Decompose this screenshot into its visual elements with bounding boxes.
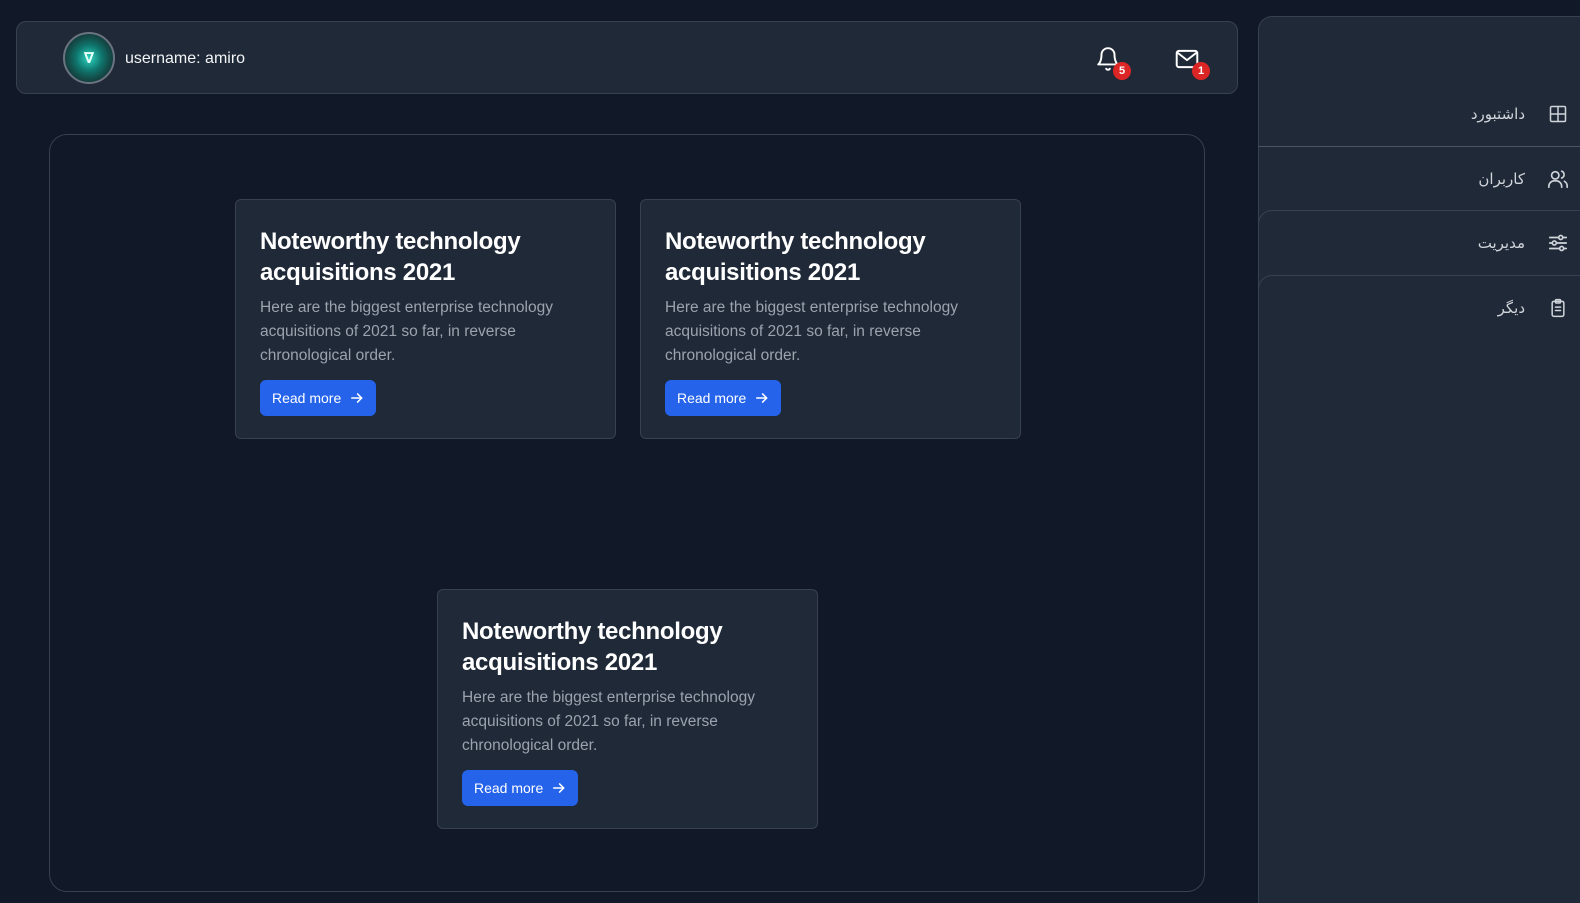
sliders-icon: [1547, 232, 1569, 254]
messages-button[interactable]: 1: [1170, 42, 1210, 80]
username-label: username: amiro: [125, 50, 246, 67]
read-more-label: Read more: [677, 390, 747, 406]
app-root: ∇ username: amiro 5 1 داشتبورد کاربران م…: [0, 0, 1580, 903]
sidebar-item-label: مدیریت: [1477, 235, 1525, 252]
top-header: ∇ username: amiro 5 1: [16, 21, 1238, 94]
read-more-button[interactable]: Read more: [665, 380, 782, 416]
card-description: Here are the biggest enterprise technolo…: [462, 689, 755, 754]
arrow-right-icon: [350, 391, 364, 405]
sidebar-item-dashboard[interactable]: داشتبورد: [1258, 81, 1580, 146]
notifications-button[interactable]: 5: [1091, 42, 1131, 80]
card-description: Here are the biggest enterprise technolo…: [260, 299, 553, 364]
card-title: Noteworthy technology acquisitions 2021: [260, 228, 521, 286]
sidebar-item-management[interactable]: مدیریت: [1258, 210, 1580, 275]
users-icon: [1547, 168, 1569, 190]
sidebar-item-label: دیگر: [1497, 300, 1525, 317]
sidebar-item-label: کاربران: [1478, 171, 1525, 188]
read-more-button[interactable]: Read more: [260, 380, 377, 416]
arrow-right-icon: [755, 391, 769, 405]
card-title: Noteworthy technology acquisitions 2021: [665, 228, 926, 286]
messages-badge: 1: [1192, 62, 1210, 80]
card-title: Noteworthy technology acquisitions 2021: [462, 618, 723, 676]
grid-icon: [1547, 103, 1569, 125]
read-more-label: Read more: [474, 780, 544, 796]
article-card: Noteworthy technology acquisitions 2021 …: [235, 199, 616, 439]
read-more-label: Read more: [272, 390, 342, 406]
avatar-glyph: ∇: [83, 50, 95, 67]
main-content-panel: Noteworthy technology acquisitions 2021 …: [49, 134, 1205, 892]
notifications-badge: 5: [1113, 62, 1131, 80]
sidebar-item-users[interactable]: کاربران: [1258, 146, 1580, 211]
read-more-button[interactable]: Read more: [462, 770, 579, 806]
article-card: Noteworthy technology acquisitions 2021 …: [640, 199, 1021, 439]
card-description: Here are the biggest enterprise technolo…: [665, 299, 958, 364]
article-card: Noteworthy technology acquisitions 2021 …: [437, 589, 818, 829]
avatar[interactable]: ∇: [63, 32, 115, 84]
arrow-right-icon: [552, 781, 566, 795]
sidebar-item-other[interactable]: دیگر: [1258, 275, 1580, 340]
sidebar-item-label: داشتبورد: [1470, 105, 1525, 123]
sidebar: داشتبورد کاربران مدیریت دیگر: [1258, 16, 1580, 903]
clipboard-icon: [1547, 297, 1569, 319]
